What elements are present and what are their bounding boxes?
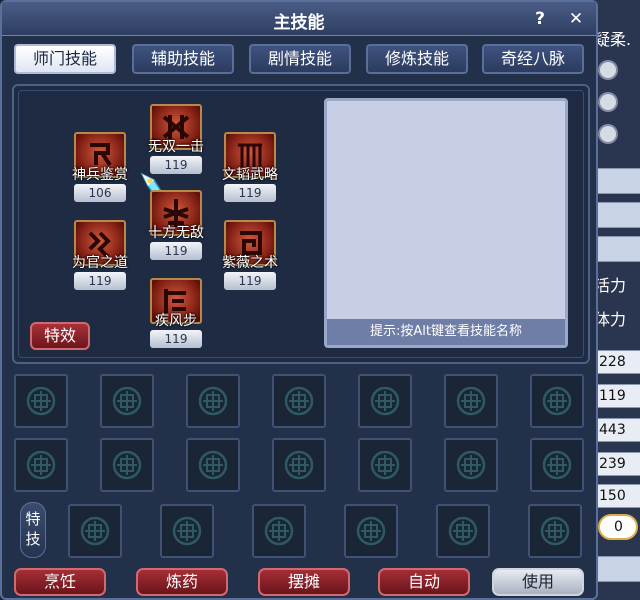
vitality-label: 活力	[594, 276, 627, 295]
empty-slot[interactable]	[14, 374, 68, 428]
background-top-text: 疑柔.	[594, 30, 632, 49]
background-character-panel: 疑柔. 活力 体力 228 119 443 239 150 0	[592, 0, 640, 600]
empty-slot[interactable]	[272, 438, 326, 492]
skill-name: 疾风步	[155, 313, 197, 329]
empty-slot[interactable]	[444, 438, 498, 492]
alchemy-button[interactable]: 炼药	[136, 568, 228, 596]
special-skill-slot[interactable]	[436, 504, 490, 558]
alt-hint-text: 提示:按Alt键查看技能名称	[327, 319, 565, 345]
background-field-bar	[594, 168, 640, 194]
empty-slot[interactable]	[186, 374, 240, 428]
skill-name: 神兵鉴赏	[72, 167, 128, 183]
skill-window: 主技能 ? ✕ 师门技能 辅助技能 剧情技能 修炼技能 奇经八脉 无双一击 11…	[0, 0, 598, 600]
skill-slot: 神兵鉴赏 106	[70, 132, 130, 206]
background-field-bar	[594, 202, 640, 228]
empty-slot[interactable]	[272, 374, 326, 428]
tab-meridians[interactable]: 奇经八脉	[482, 44, 584, 74]
empty-slot[interactable]	[358, 374, 412, 428]
close-button[interactable]: ✕	[564, 7, 588, 31]
special-skill-slot[interactable]	[528, 504, 582, 558]
skill-slot: 为官之道 119	[70, 220, 130, 294]
radio-option-1[interactable]	[598, 60, 618, 80]
empty-slot[interactable]	[444, 374, 498, 428]
skill-info-box: 提示:按Alt键查看技能名称	[324, 98, 568, 348]
empty-slot[interactable]	[100, 374, 154, 428]
skill-slot: 疾风步 119	[146, 278, 206, 352]
stat-value-field: 239	[594, 452, 640, 476]
skill-slot: 紫薇之术 119	[220, 220, 280, 294]
effect-button[interactable]: 特效	[30, 322, 90, 350]
skill-level: 119	[224, 272, 276, 290]
skill-tabs: 师门技能 辅助技能 剧情技能 修炼技能 奇经八脉	[14, 44, 586, 74]
window-title: 主技能	[273, 13, 325, 33]
empty-slot[interactable]	[14, 438, 68, 492]
radio-option-2[interactable]	[598, 92, 618, 112]
special-skill-slot[interactable]	[160, 504, 214, 558]
special-skill-slot[interactable]	[344, 504, 398, 558]
tab-support-skills[interactable]: 辅助技能	[132, 44, 234, 74]
stamina-label: 体力	[594, 310, 627, 329]
stat-value-field: 150	[594, 484, 640, 508]
skill-name: 文韬武略	[222, 167, 278, 183]
special-skill-slot[interactable]	[68, 504, 122, 558]
tab-sect-skills[interactable]: 师门技能	[14, 44, 116, 74]
stat-value-field: 443	[594, 418, 640, 442]
skill-name: 为官之道	[72, 255, 128, 271]
skill-slot: 文韬武略 119	[220, 132, 280, 206]
tab-story-skills[interactable]: 剧情技能	[249, 44, 351, 74]
skill-name: 紫薇之术	[222, 255, 278, 271]
use-button[interactable]: 使用	[492, 568, 584, 596]
skill-name: 十方无敌	[148, 225, 204, 241]
tab-cultivation-skills[interactable]: 修炼技能	[366, 44, 468, 74]
skill-level: 119	[224, 184, 276, 202]
game-screen: 疑柔. 活力 体力 228 119 443 239 150 0 主技能 ? ✕ …	[0, 0, 640, 600]
empty-slot[interactable]	[530, 438, 584, 492]
special-skills-label: 特技	[20, 502, 46, 558]
skill-level: 119	[74, 272, 126, 290]
cook-button[interactable]: 烹饪	[14, 568, 106, 596]
value-pill: 0	[598, 514, 638, 540]
skill-level: 119	[150, 330, 202, 348]
special-skill-slot[interactable]	[252, 504, 306, 558]
empty-slot[interactable]	[530, 374, 584, 428]
skill-level: 106	[74, 184, 126, 202]
stall-button[interactable]: 摆摊	[258, 568, 350, 596]
title-bar[interactable]: 主技能 ? ✕	[2, 2, 596, 36]
empty-slot[interactable]	[186, 438, 240, 492]
background-field-bar	[594, 556, 640, 582]
empty-slot[interactable]	[100, 438, 154, 492]
stat-value-field: 119	[594, 384, 640, 408]
shortcut-slot-grid: 特技	[12, 372, 590, 562]
help-button[interactable]: ?	[528, 7, 552, 31]
stat-value-field: 228	[594, 350, 640, 374]
auto-button[interactable]: 自动	[378, 568, 470, 596]
skill-name: 无双一击	[148, 139, 204, 155]
background-field-bar	[594, 236, 640, 262]
radio-option-3[interactable]	[598, 124, 618, 144]
skill-area: 无双一击 119 神兵鉴赏 106 文韬武略 119 十方无敌 119 为官之道…	[12, 84, 590, 364]
empty-slot[interactable]	[358, 438, 412, 492]
